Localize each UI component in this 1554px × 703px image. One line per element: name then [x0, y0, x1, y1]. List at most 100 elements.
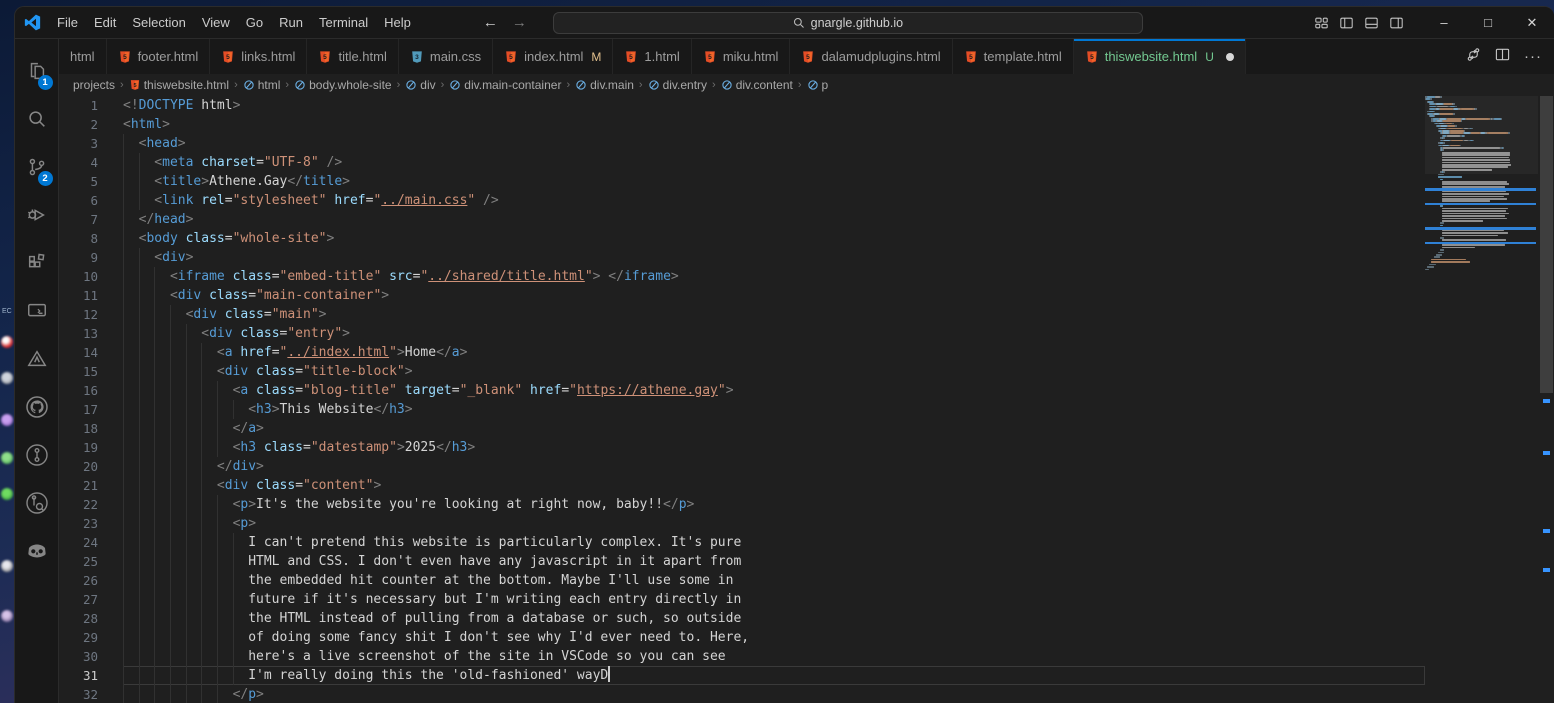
indent-guide: [170, 647, 171, 666]
code-line-1[interactable]: <!DOCTYPE html>: [123, 96, 1425, 115]
close-button[interactable]: ✕: [1510, 8, 1554, 38]
breadcrumb-item-div.content[interactable]: div.content: [721, 78, 793, 92]
code-line-21[interactable]: <div class="content">: [123, 476, 1425, 495]
code-line-16[interactable]: <a class="blog-title" target="_blank" hr…: [123, 381, 1425, 400]
maximize-button[interactable]: □: [1466, 8, 1510, 38]
breadcrumb-item-div.main[interactable]: div.main: [575, 78, 634, 92]
breadcrumb-item-div.entry[interactable]: div.entry: [648, 78, 707, 92]
tab-1.html[interactable]: 51.html: [613, 39, 691, 74]
code-line-11[interactable]: <div class="main-container">: [123, 286, 1425, 305]
code-line-25[interactable]: HTML and CSS. I don't even have any java…: [123, 552, 1425, 571]
panel-right-icon[interactable]: [1389, 16, 1404, 30]
more-actions-icon[interactable]: ···: [1524, 48, 1542, 65]
breadcrumb-item-html[interactable]: html: [243, 78, 281, 92]
unsaved-dot-icon[interactable]: [1226, 53, 1234, 61]
code-line-8[interactable]: <body class="whole-site">: [123, 229, 1425, 248]
code-line-2[interactable]: <html>: [123, 115, 1425, 134]
activitybar-explorer-icon[interactable]: 1: [15, 47, 59, 95]
code-line-6[interactable]: <link rel="stylesheet" href="../main.css…: [123, 191, 1425, 210]
activitybar-github-icon[interactable]: [15, 383, 59, 431]
minimap-slider[interactable]: [1425, 96, 1538, 174]
activitybar-gitlens-icon[interactable]: [15, 431, 59, 479]
menu-view[interactable]: View: [194, 12, 238, 33]
code-line-26[interactable]: the embedded hit counter at the bottom. …: [123, 571, 1425, 590]
code-line-18[interactable]: </a>: [123, 419, 1425, 438]
activitybar-gitlens-inspect-icon[interactable]: [15, 479, 59, 527]
split-editor-icon[interactable]: [1495, 47, 1510, 67]
tab-html[interactable]: html: [59, 39, 107, 74]
panel-bottom-icon[interactable]: [1364, 16, 1379, 30]
code-line-19[interactable]: <h3 class="datestamp">2025</h3>: [123, 438, 1425, 457]
menu-terminal[interactable]: Terminal: [311, 12, 376, 33]
tab-thiswebsite.html[interactable]: 5thiswebsite.htmlU: [1074, 39, 1246, 74]
command-center-search[interactable]: gnargle.github.io: [553, 12, 1143, 34]
minimize-button[interactable]: –: [1422, 8, 1466, 38]
code-line-28[interactable]: the HTML instead of pulling from a datab…: [123, 609, 1425, 628]
open-changes-icon[interactable]: [1466, 47, 1481, 67]
code-line-23[interactable]: <p>: [123, 514, 1425, 533]
breadcrumb-item-div.main-container[interactable]: div.main-container: [449, 78, 561, 92]
code-line-31[interactable]: I'm really doing this the 'old-fashioned…: [123, 666, 1425, 685]
scrollbar-thumb[interactable]: [1540, 96, 1553, 393]
breadcrumb-item-projects[interactable]: projects: [73, 78, 115, 92]
menu-file[interactable]: File: [49, 12, 86, 33]
code-line-4[interactable]: <meta charset="UTF-8" />: [123, 153, 1425, 172]
code-line-9[interactable]: <div>: [123, 248, 1425, 267]
customize-layout-icon[interactable]: [1314, 16, 1329, 30]
minimap-line: [1442, 196, 1504, 198]
menu-go[interactable]: Go: [238, 12, 271, 33]
code-line-3[interactable]: <head>: [123, 134, 1425, 153]
tab-label: links.html: [241, 49, 295, 64]
tab-main.css[interactable]: 3main.css: [399, 39, 493, 74]
code-line-29[interactable]: of doing some fancy shit I don't see why…: [123, 628, 1425, 647]
activitybar-search-icon[interactable]: [15, 95, 59, 143]
code-line-32[interactable]: </p>: [123, 685, 1425, 703]
tab-links.html[interactable]: 5links.html: [210, 39, 307, 74]
tab-miku.html[interactable]: 5miku.html: [692, 39, 791, 74]
code-line-12[interactable]: <div class="main">: [123, 305, 1425, 324]
indent-guide: [186, 514, 187, 533]
code-line-22[interactable]: <p>It's the website you're looking at ri…: [123, 495, 1425, 514]
code-editor[interactable]: 1234567891011121314151617181920212223242…: [59, 96, 1554, 703]
code-line-30[interactable]: here's a live screenshot of the site in …: [123, 647, 1425, 666]
tab-title.html[interactable]: 5title.html: [307, 39, 398, 74]
breadcrumb-item-body.whole-site[interactable]: body.whole-site: [294, 78, 392, 92]
code-line-20[interactable]: </div>: [123, 457, 1425, 476]
code-text-area[interactable]: <!DOCTYPE html><html><head><meta charset…: [123, 96, 1425, 703]
code-line-5[interactable]: <title>Athene.Gay</title>: [123, 172, 1425, 191]
code-line-14[interactable]: <a href="../index.html">Home</a>: [123, 343, 1425, 362]
code-line-10[interactable]: <iframe class="embed-title" src="../shar…: [123, 267, 1425, 286]
tab-footer.html[interactable]: 5footer.html: [107, 39, 211, 74]
breadcrumb-item-thiswebsite.html[interactable]: 5thiswebsite.html: [129, 78, 229, 92]
tab-dalamudplugins.html[interactable]: 5dalamudplugins.html: [790, 39, 952, 74]
activitybar-remote-explorer-icon[interactable]: [15, 287, 59, 335]
nav-back-arrow[interactable]: ←: [483, 14, 498, 31]
code-line-15[interactable]: <div class="title-block">: [123, 362, 1425, 381]
nav-forward-arrow[interactable]: →: [512, 14, 527, 31]
line-number: 17: [59, 400, 123, 419]
tab-index.html[interactable]: 5index.htmlM: [493, 39, 613, 74]
menu-selection[interactable]: Selection: [124, 12, 193, 33]
minimap-line: [1440, 225, 1443, 227]
activitybar-source-control-icon[interactable]: 2: [15, 143, 59, 191]
activitybar-godot-icon[interactable]: [15, 527, 59, 575]
code-line-17[interactable]: <h3>This Website</h3>: [123, 400, 1425, 419]
panel-left-icon[interactable]: [1339, 16, 1354, 30]
code-line-7[interactable]: </head>: [123, 210, 1425, 229]
activitybar-triangle-a-icon[interactable]: [15, 335, 59, 383]
breadcrumb-item-p[interactable]: p: [807, 78, 829, 92]
breadcrumb-item-div[interactable]: div: [405, 78, 435, 92]
indent-guide: [139, 647, 140, 666]
menu-run[interactable]: Run: [271, 12, 311, 33]
activitybar-run-debug-icon[interactable]: [15, 191, 59, 239]
tab-template.html[interactable]: 5template.html: [953, 39, 1074, 74]
indent-guide: [139, 267, 140, 286]
menu-edit[interactable]: Edit: [86, 12, 124, 33]
code-line-24[interactable]: I can't pretend this website is particul…: [123, 533, 1425, 552]
activitybar-extensions-icon[interactable]: [15, 239, 59, 287]
code-line-27[interactable]: future if it's necessary but I'm writing…: [123, 590, 1425, 609]
menu-help[interactable]: Help: [376, 12, 419, 33]
vertical-scrollbar[interactable]: [1539, 96, 1554, 703]
minimap[interactable]: [1425, 96, 1538, 703]
code-line-13[interactable]: <div class="entry">: [123, 324, 1425, 343]
